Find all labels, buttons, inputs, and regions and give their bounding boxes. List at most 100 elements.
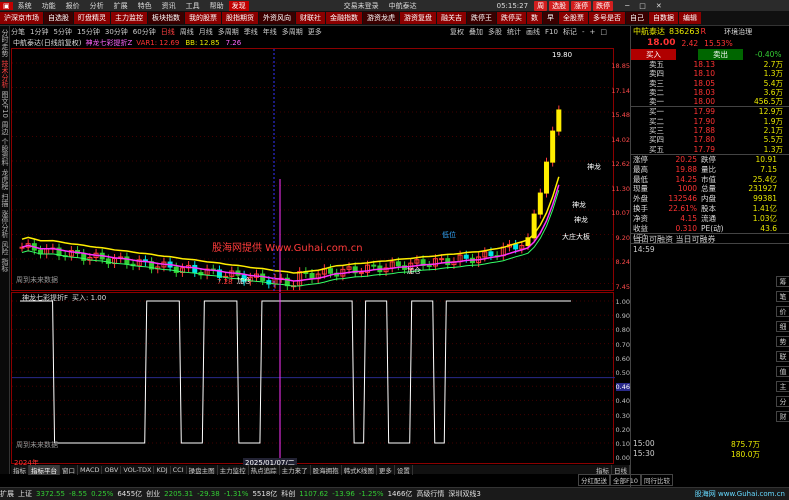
sidebar-item-9[interactable]: 指标 <box>1 258 9 272</box>
nav-item-17[interactable]: 全股票 <box>559 12 588 24</box>
tool-4[interactable]: 画线 <box>526 27 540 37</box>
sidebar-item-1[interactable]: 技术分析 <box>1 60 9 88</box>
indicator-tab-14[interactable]: 更多 <box>377 464 395 475</box>
sector-label[interactable]: 环境治理 <box>724 27 752 37</box>
menu-item-quote[interactable]: 报价 <box>61 1 85 11</box>
tool-6[interactable]: 标记 <box>563 27 577 37</box>
nav-item-2[interactable]: 盯盘精灵 <box>74 12 110 24</box>
nav-item-21[interactable]: 编辑 <box>679 12 701 24</box>
indicator-tab-1[interactable]: 指标平台 <box>29 464 60 475</box>
indicator-tab-11[interactable]: 主力来了 <box>280 464 311 475</box>
indicator-tab-2[interactable]: 窗口 <box>60 464 78 475</box>
nav-item-6[interactable]: 股指期货 <box>222 12 258 24</box>
close-icon[interactable]: ✕ <box>651 2 667 10</box>
signal-chart[interactable]: 周到未来数据 <box>12 293 615 465</box>
tab-peer[interactable]: 同行比较 <box>641 474 674 486</box>
menu-item-help[interactable]: 帮助 <box>205 1 229 11</box>
period-4[interactable]: 30分钟 <box>105 27 128 37</box>
nav-item-1[interactable]: 自选股 <box>44 12 73 24</box>
indicator-tab-5[interactable]: VOL-TDX <box>121 465 155 474</box>
nav-item-13[interactable]: 跌停王 <box>467 12 496 24</box>
tabs-right-1[interactable]: 日线 <box>612 464 630 475</box>
menu-item-analysis[interactable]: 分析 <box>85 1 109 11</box>
menu-item-extend[interactable]: 扩展 <box>109 1 133 11</box>
menu-item-special[interactable]: 特色 <box>133 1 157 11</box>
menu-item-system[interactable]: 系统 <box>13 1 37 11</box>
nav-item-0[interactable]: 沪深京市场 <box>0 12 43 24</box>
nav-item-10[interactable]: 游资龙虎 <box>363 12 399 24</box>
nav-item-3[interactable]: 主力监控 <box>111 12 147 24</box>
nav-item-16[interactable]: 早 <box>543 12 558 24</box>
maximize-icon[interactable]: □ <box>634 2 651 10</box>
period-0[interactable]: 分笔 <box>11 27 25 37</box>
tick-btn-3[interactable]: 细 <box>776 321 789 332</box>
quick-btn-pick[interactable]: 选股 <box>549 0 570 11</box>
nav-item-4[interactable]: 板块指数 <box>148 12 184 24</box>
menu-item-function[interactable]: 功能 <box>37 1 61 11</box>
tick-btn-2[interactable]: 价 <box>776 306 789 317</box>
nav-item-18[interactable]: 多号是否 <box>589 12 625 24</box>
sub-indicator-name[interactable]: 神龙七彩提折F <box>22 293 68 303</box>
sub-chart[interactable]: 周到未来数据 <box>11 292 615 465</box>
quick-btn-limitdown[interactable]: 跌停 <box>593 0 614 11</box>
period-11[interactable]: 年线 <box>263 27 277 37</box>
tick-btn-9[interactable]: 财 <box>776 411 789 422</box>
quick-btn-limitup[interactable]: 涨停 <box>571 0 592 11</box>
period-6[interactable]: 日线 <box>161 27 175 37</box>
period-2[interactable]: 5分钟 <box>53 27 71 37</box>
sell-button[interactable]: 卖出 <box>698 49 743 60</box>
indicator-tab-13[interactable]: 韩式K线图 <box>342 464 377 475</box>
period-13[interactable]: 更多 <box>308 27 322 37</box>
menu-item-tools[interactable]: 工具 <box>181 1 205 11</box>
indicator-tab-12[interactable]: 股海拥抱 <box>311 464 342 475</box>
sidebar-item-0[interactable]: 分时走势 <box>1 29 9 57</box>
period-8[interactable]: 月线 <box>199 27 213 37</box>
tool-0[interactable]: 复权 <box>450 27 464 37</box>
tick-btn-1[interactable]: 笔 <box>776 291 789 302</box>
nav-item-9[interactable]: 金融指数 <box>326 12 362 24</box>
period-1[interactable]: 1分钟 <box>30 27 48 37</box>
quick-btn-week[interactable]: 周 <box>534 0 548 11</box>
indicator-tab-7[interactable]: CCI <box>171 465 187 474</box>
tool-3[interactable]: 统计 <box>507 27 521 37</box>
tick-btn-7[interactable]: 主 <box>776 381 789 392</box>
sidebar-item-7[interactable]: 涨停分析 <box>1 210 9 238</box>
tab-all-f10[interactable]: 全部F10 <box>610 474 642 486</box>
indicator-tab-9[interactable]: 主力监控 <box>218 464 249 475</box>
sidebar-item-3[interactable]: 周边 <box>1 121 9 135</box>
indicator-tab-0[interactable]: 指标 <box>11 464 29 475</box>
indicator-tab-6[interactable]: KDJ <box>154 465 171 474</box>
sidebar-item-6[interactable]: 扫描 <box>1 193 9 207</box>
sidebar-item-2[interactable]: 图文F10 <box>1 91 9 118</box>
buy-button[interactable]: 买入 <box>631 49 676 60</box>
nav-item-19[interactable]: 自己 <box>626 12 648 24</box>
tool-7[interactable]: - <box>582 28 585 36</box>
nav-item-12[interactable]: 融关吉 <box>437 12 466 24</box>
nav-item-5[interactable]: 我的股票 <box>185 12 221 24</box>
indicator-tab-15[interactable]: 设置 <box>395 464 413 475</box>
sidebar-item-8[interactable]: 风险 <box>1 241 9 255</box>
indicator-tab-4[interactable]: OBV <box>102 465 122 474</box>
tool-8[interactable]: + <box>589 28 595 36</box>
tick-btn-6[interactable]: 值 <box>776 366 789 377</box>
candlestick-chart[interactable]: 股海网提供 Www.Guhai.com.cn19.807.28神龙神龙神龙大庄大… <box>12 49 615 292</box>
find-button[interactable]: 发现 <box>228 0 249 11</box>
indicator-tab-8[interactable]: 操盘主图 <box>187 464 218 475</box>
sidebar-item-4[interactable]: 个股资料 <box>1 138 9 166</box>
tool-9[interactable]: □ <box>600 28 607 36</box>
period-5[interactable]: 60分钟 <box>133 27 156 37</box>
nav-item-20[interactable]: 自数据 <box>649 12 678 24</box>
sidebar-item-5[interactable]: 龙虎榜 <box>1 169 9 190</box>
tick-btn-0[interactable]: 筹 <box>776 276 789 287</box>
nav-item-7[interactable]: 外资风向 <box>259 12 295 24</box>
tool-2[interactable]: 多股 <box>488 27 502 37</box>
tab-dividend[interactable]: 分红配送 <box>578 474 610 486</box>
tabs-right-0[interactable]: 指标 <box>594 464 612 475</box>
period-7[interactable]: 周线 <box>180 27 194 37</box>
indicator-name[interactable]: 神龙七彩提折Z <box>85 38 132 48</box>
nav-item-11[interactable]: 游资复盘 <box>400 12 436 24</box>
tick-btn-8[interactable]: 分 <box>776 396 789 407</box>
period-10[interactable]: 季线 <box>244 27 258 37</box>
main-chart[interactable]: 股海网提供 Www.Guhai.com.cn 19.80 7.28 神龙 神龙 神龙 大庄大… <box>11 48 615 292</box>
menu-item-news[interactable]: 资讯 <box>157 1 181 11</box>
